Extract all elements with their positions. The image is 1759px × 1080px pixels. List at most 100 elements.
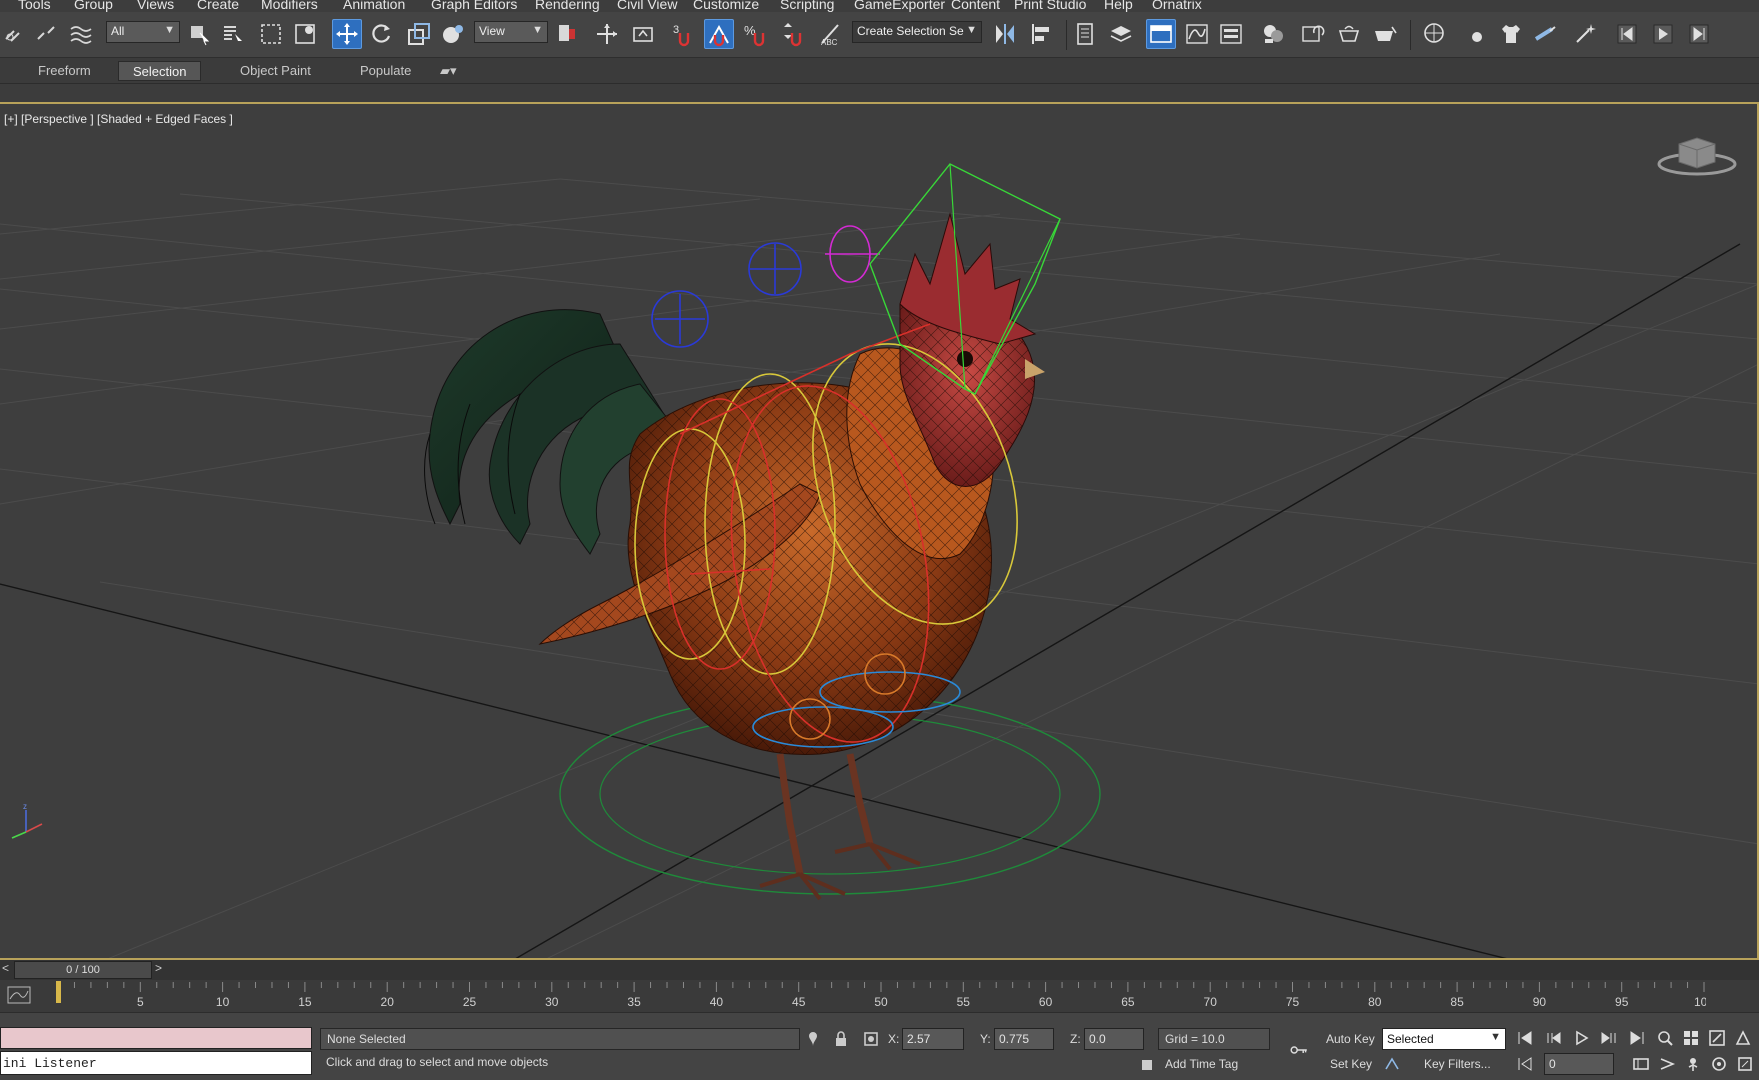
mini-curve-editor-icon[interactable] bbox=[6, 985, 36, 1005]
rendered-frame-window-icon[interactable] bbox=[1334, 19, 1364, 49]
cloth-shirt-icon[interactable] bbox=[1496, 19, 1526, 49]
select-manipulate-icon[interactable] bbox=[592, 19, 622, 49]
pivot-center-icon[interactable] bbox=[552, 19, 582, 49]
hair-tool-icon[interactable] bbox=[1530, 19, 1560, 49]
edit-named-selection-icon[interactable]: ABC bbox=[816, 19, 846, 49]
menu-customize[interactable]: Customize bbox=[693, 0, 759, 12]
menu-tools[interactable]: Tools bbox=[18, 0, 51, 12]
mirror-icon[interactable] bbox=[990, 19, 1020, 49]
select-by-name-icon[interactable] bbox=[218, 19, 248, 49]
isolate-selection-icon[interactable] bbox=[802, 1028, 824, 1050]
reference-coordinate-dropdown[interactable]: View ▼ bbox=[474, 21, 548, 43]
toggle-ribbon-icon[interactable] bbox=[1146, 19, 1176, 49]
time-slider[interactable]: < 0 / 100 > bbox=[0, 960, 1759, 980]
maximize-toggle-icon[interactable] bbox=[1734, 1053, 1756, 1075]
select-object-icon[interactable] bbox=[184, 19, 214, 49]
time-slider-thumb[interactable]: 0 / 100 bbox=[14, 961, 152, 979]
menu-help[interactable]: Help bbox=[1104, 0, 1133, 12]
menu-civil-view[interactable]: Civil View bbox=[617, 0, 677, 12]
material-editor-icon[interactable] bbox=[1258, 19, 1288, 49]
tab-freeform[interactable]: Freeform bbox=[24, 61, 105, 81]
menu-scripting[interactable]: Scripting bbox=[780, 0, 834, 12]
time-configuration-icon[interactable] bbox=[1630, 1053, 1652, 1075]
key-mode-dropdown[interactable]: Selected ▼ bbox=[1382, 1028, 1506, 1050]
next-frame-icon[interactable] bbox=[1598, 1027, 1620, 1049]
add-time-tag-button[interactable]: Add Time Tag bbox=[1158, 1053, 1270, 1075]
y-coordinate-input[interactable]: 0.775 bbox=[994, 1028, 1054, 1050]
bind-space-warp-icon[interactable] bbox=[66, 19, 96, 49]
select-and-scale-icon[interactable] bbox=[404, 19, 434, 49]
curve-editor-icon[interactable] bbox=[1182, 19, 1212, 49]
maxscript-listener-input[interactable]: ini Listener bbox=[0, 1051, 312, 1075]
menu-group[interactable]: Group bbox=[74, 0, 113, 12]
track-bar[interactable]: 5 10 15 20 25 30 35 40 45 50 55 60 65 70 75 80 85 90 95 100 bbox=[0, 980, 1759, 1012]
keyboard-shortcut-override-icon[interactable] bbox=[628, 19, 658, 49]
snaps-toggle-icon[interactable]: 3 bbox=[668, 19, 698, 49]
maximize-viewport-icon[interactable] bbox=[1706, 1027, 1728, 1049]
lock-selection-icon[interactable] bbox=[830, 1028, 852, 1050]
angle-snap-icon[interactable] bbox=[704, 19, 734, 49]
select-and-move-icon[interactable] bbox=[332, 19, 362, 49]
toggle-scene-explorer-icon[interactable] bbox=[1070, 19, 1100, 49]
x-coordinate-input[interactable]: 2.57 bbox=[902, 1028, 964, 1050]
set-key-button[interactable]: Set Key bbox=[1330, 1057, 1372, 1071]
zoom-extents-all-icon[interactable] bbox=[1680, 1027, 1702, 1049]
toggle-layer-explorer-icon[interactable] bbox=[1106, 19, 1136, 49]
maxscript-listener-output[interactable] bbox=[0, 1027, 312, 1049]
tab-object-paint[interactable]: Object Paint bbox=[226, 61, 325, 81]
menu-animation[interactable]: Animation bbox=[343, 0, 405, 12]
orbit-icon[interactable] bbox=[1656, 1053, 1678, 1075]
spinner-snap-icon[interactable] bbox=[776, 19, 806, 49]
go-to-end-icon[interactable] bbox=[1626, 1027, 1648, 1049]
go-to-start-icon[interactable] bbox=[1612, 19, 1642, 49]
window-crossing-icon[interactable] bbox=[290, 19, 320, 49]
menu-create[interactable]: Create bbox=[197, 0, 239, 12]
selection-filter-dropdown[interactable]: All ▼ bbox=[106, 21, 180, 43]
time-slider-next[interactable]: > bbox=[155, 961, 162, 975]
menu-modifiers[interactable]: Modifiers bbox=[261, 0, 318, 12]
orbit-subobject-icon[interactable] bbox=[1708, 1053, 1730, 1075]
set-key-mode-icon[interactable] bbox=[1284, 1039, 1314, 1061]
tab-selection[interactable]: Selection bbox=[118, 61, 202, 81]
select-and-rotate-icon[interactable] bbox=[366, 19, 396, 49]
menu-content[interactable]: Content bbox=[951, 0, 1000, 12]
menu-print-studio[interactable]: Print Studio bbox=[1014, 0, 1086, 12]
render-in-cloud-icon[interactable] bbox=[1420, 19, 1450, 49]
menu-gameexporter[interactable]: GameExporter bbox=[854, 0, 945, 12]
current-frame-marker[interactable] bbox=[56, 981, 61, 1003]
ribbon-options-icon[interactable]: ▰▾ bbox=[436, 61, 461, 81]
time-slider-prev[interactable]: < bbox=[2, 961, 9, 975]
absolute-mode-transform-icon[interactable] bbox=[860, 1028, 882, 1050]
magic-wand-icon[interactable] bbox=[1570, 19, 1600, 49]
menu-graph-editors[interactable]: Graph Editors bbox=[431, 0, 517, 12]
tab-populate[interactable]: Populate bbox=[346, 61, 425, 81]
unlink-icon[interactable] bbox=[32, 19, 62, 49]
sphere-icon[interactable] bbox=[1462, 19, 1492, 49]
link-icon[interactable] bbox=[0, 19, 30, 49]
schematic-view-icon[interactable] bbox=[1216, 19, 1246, 49]
rectangular-selection-icon[interactable] bbox=[256, 19, 286, 49]
select-and-place-icon[interactable] bbox=[438, 19, 468, 49]
walk-through-icon[interactable] bbox=[1682, 1053, 1704, 1075]
go-to-end-icon[interactable] bbox=[1684, 19, 1714, 49]
key-filters-button[interactable]: Key Filters... bbox=[1424, 1057, 1491, 1071]
z-coordinate-input[interactable]: 0.0 bbox=[1084, 1028, 1144, 1050]
key-tangent-icon[interactable] bbox=[1382, 1053, 1404, 1075]
play-animation-icon[interactable] bbox=[1570, 1027, 1592, 1049]
menu-rendering[interactable]: Rendering bbox=[535, 0, 600, 12]
menu-ornatrix[interactable]: Ornatrix bbox=[1152, 0, 1202, 12]
render-production-icon[interactable] bbox=[1370, 19, 1400, 49]
align-icon[interactable] bbox=[1026, 19, 1056, 49]
play-render-icon[interactable] bbox=[1648, 19, 1678, 49]
field-of-view-icon[interactable] bbox=[1732, 1027, 1754, 1049]
go-to-start-icon[interactable] bbox=[1514, 1027, 1536, 1049]
named-selection-dropdown[interactable]: Create Selection Se ▼ bbox=[852, 21, 982, 43]
viewport-scene[interactable]: z bbox=[0, 104, 1759, 960]
render-setup-icon[interactable] bbox=[1298, 19, 1328, 49]
frame-ruler[interactable]: 5 10 15 20 25 30 35 40 45 50 55 60 65 70 75 80 85 90 95 100 bbox=[56, 980, 1706, 1012]
percent-snap-icon[interactable]: % bbox=[740, 19, 770, 49]
previous-frame-icon[interactable] bbox=[1542, 1027, 1564, 1049]
perspective-viewport[interactable]: [+] [Perspective ] [Shaded + Edged Faces… bbox=[0, 102, 1759, 960]
adaptive-degradation-icon[interactable] bbox=[1136, 1054, 1158, 1076]
key-mode-toggle-icon[interactable] bbox=[1514, 1053, 1536, 1075]
